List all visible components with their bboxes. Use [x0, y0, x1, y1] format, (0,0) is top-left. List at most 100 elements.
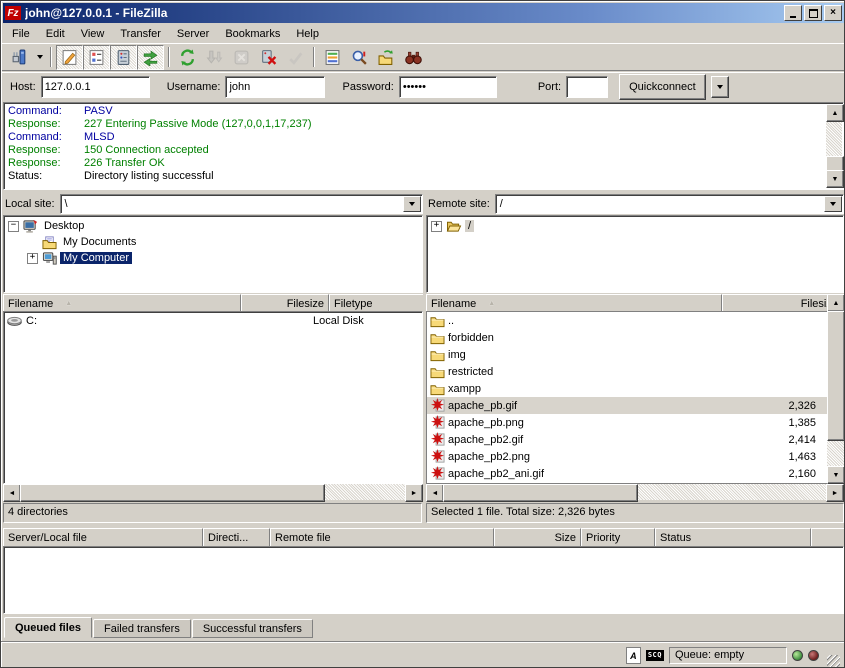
log-line-text: 226 Transfer OK [84, 157, 165, 170]
refresh-button[interactable] [174, 45, 201, 70]
tab-failed-transfers[interactable]: Failed transfers [93, 619, 191, 638]
site-manager-dropdown-button[interactable] [33, 46, 46, 69]
log-line-text: PASV [84, 105, 113, 118]
local-tree-item-desktop[interactable]: − Desktop [4, 218, 422, 234]
menu-bookmarks[interactable]: Bookmarks [217, 26, 288, 42]
tab-successful-transfers[interactable]: Successful transfers [192, 619, 313, 638]
folder-open-icon [446, 219, 462, 233]
remote-column-header-filename[interactable]: Filename▲ [426, 294, 722, 311]
local-column-header-filename[interactable]: Filename▲ [3, 294, 241, 311]
host-input[interactable] [41, 76, 150, 98]
sync-browsing-button[interactable] [373, 45, 400, 70]
queue-toggle-button[interactable] [137, 45, 164, 70]
close-icon: × [830, 8, 836, 18]
file-name-cell: apache_pb.png [427, 414, 713, 431]
remote-file-row-apache-pb-png[interactable]: apache_pb.png1,385 [427, 414, 827, 431]
menubar: FileEditViewTransferServerBookmarksHelp [2, 24, 845, 43]
scroll-right-icon[interactable]: ► [826, 484, 844, 502]
remote-tree-toggle-button[interactable] [110, 45, 137, 70]
remote-hscroll-thumb[interactable] [443, 484, 638, 502]
local-site-combobox[interactable]: \ [60, 194, 423, 214]
username-input[interactable] [225, 76, 325, 98]
remote-file-row-xampp[interactable]: xampp [427, 380, 827, 397]
filter-button[interactable] [319, 45, 346, 70]
file-name: restricted [448, 366, 493, 378]
local-file-row-c[interactable]: C:Local Disk [4, 312, 422, 329]
quickconnect-button[interactable]: Quickconnect [619, 74, 706, 100]
file-name: apache_pb2.png [448, 451, 530, 463]
remote-file-row-apache-pb2-ani-gif[interactable]: apache_pb2_ani.gif2,160 [427, 465, 827, 482]
minimize-button[interactable] [784, 5, 802, 21]
collapse-minus-icon[interactable]: − [8, 221, 19, 232]
menu-edit[interactable]: Edit [38, 26, 73, 42]
message-log-toggle-button[interactable] [56, 45, 83, 70]
queue-column-header-size[interactable]: Size [494, 528, 581, 546]
queue-column-header-server-local-file[interactable]: Server/Local file [3, 528, 203, 546]
close-button[interactable]: × [824, 5, 842, 21]
menu-server[interactable]: Server [169, 26, 217, 42]
transfer-type-icon[interactable]: A [626, 647, 641, 664]
queue-column-header-priority[interactable]: Priority [581, 528, 655, 546]
remote-file-row-restricted[interactable]: restricted [427, 363, 827, 380]
scroll-down-icon[interactable]: ▼ [827, 466, 845, 484]
queue-column-header-remote-file[interactable]: Remote file [270, 528, 494, 546]
remote-file-row-apache-pb2-gif[interactable]: apache_pb2.gif2,414 [427, 431, 827, 448]
remote-horizontal-scrollbar[interactable]: ◄ ► [426, 484, 844, 500]
site-manager-icon [11, 49, 28, 66]
remote-list-scrollbar[interactable]: ▲ ▼ [827, 294, 844, 484]
title-bar[interactable]: Fz john@127.0.0.1 - FileZilla × [3, 3, 844, 23]
local-column-header-filesize[interactable]: Filesize [241, 294, 329, 311]
menu-transfer[interactable]: Transfer [112, 26, 169, 42]
remote-file-row-forbidden[interactable]: forbidden [427, 329, 827, 346]
menu-help[interactable]: Help [288, 26, 327, 42]
menu-file[interactable]: File [4, 26, 38, 42]
local-tree-toggle-button[interactable] [83, 45, 110, 70]
queue-column-header-directi[interactable]: Directi... [203, 528, 270, 546]
tree-item-label: Desktop [41, 220, 87, 232]
remote-file-row-img[interactable]: img [427, 346, 827, 363]
port-input[interactable] [566, 76, 608, 98]
file-name: xampp [448, 383, 481, 395]
local-hscroll-thumb[interactable] [20, 484, 325, 502]
local-tree-item-my-documents[interactable]: My Documents [4, 234, 422, 250]
remote-site-dropdown-button[interactable] [824, 196, 842, 212]
resize-grip[interactable] [827, 655, 840, 668]
queue-column-header-blank[interactable] [811, 528, 844, 546]
expand-plus-icon[interactable]: + [27, 253, 38, 264]
remote-file-row-apache-pb-gif[interactable]: apache_pb.gif2,326 [427, 397, 827, 414]
status-badge-icon[interactable]: SCQ [646, 650, 664, 661]
scroll-down-icon[interactable]: ▼ [826, 170, 844, 188]
scroll-right-icon[interactable]: ► [405, 484, 423, 502]
disconnect-button[interactable] [255, 45, 282, 70]
scroll-left-icon[interactable]: ◄ [3, 484, 21, 502]
log-scrollbar[interactable]: ▲ ▼ [826, 104, 842, 188]
queue-column-header-status[interactable]: Status [655, 528, 811, 546]
file-name: C: [26, 315, 37, 327]
compare-button[interactable] [346, 45, 373, 70]
tab-queued-files[interactable]: Queued files [4, 617, 92, 638]
remote-file-row-blank[interactable]: .. [427, 312, 827, 329]
scroll-left-icon[interactable]: ◄ [426, 484, 444, 502]
remote-file-row-apache-pb2-png[interactable]: apache_pb2.png1,463 [427, 448, 827, 465]
remote-column-header-filesize[interactable]: Filesize [722, 294, 827, 311]
file-name: img [448, 349, 466, 361]
local-horizontal-scrollbar[interactable]: ◄ ► [3, 484, 423, 500]
local-file-list: C:Local Disk [3, 311, 423, 484]
menu-view[interactable]: View [73, 26, 113, 42]
maximize-button[interactable] [804, 5, 822, 21]
find-button[interactable] [400, 45, 427, 70]
site-manager-button[interactable] [6, 45, 33, 70]
remote-scrollbar-thumb[interactable] [827, 311, 845, 441]
scroll-up-icon[interactable]: ▲ [826, 104, 844, 122]
remote-tree-item-blank[interactable]: +/ [427, 218, 843, 234]
expand-plus-icon[interactable]: + [431, 221, 442, 232]
remote-site-combobox[interactable]: / [495, 194, 844, 214]
local-tree-item-my-computer[interactable]: +My Computer [4, 250, 422, 266]
file-filesize-cell: 2,326 [713, 397, 824, 414]
local-column-header-filetype[interactable]: Filetype [329, 294, 423, 311]
quickconnect-dropdown-button[interactable] [711, 76, 729, 98]
column-header-label: Filetype [334, 298, 373, 310]
scroll-up-icon[interactable]: ▲ [827, 294, 845, 312]
password-input[interactable] [399, 76, 497, 98]
local-site-dropdown-button[interactable] [403, 196, 421, 212]
